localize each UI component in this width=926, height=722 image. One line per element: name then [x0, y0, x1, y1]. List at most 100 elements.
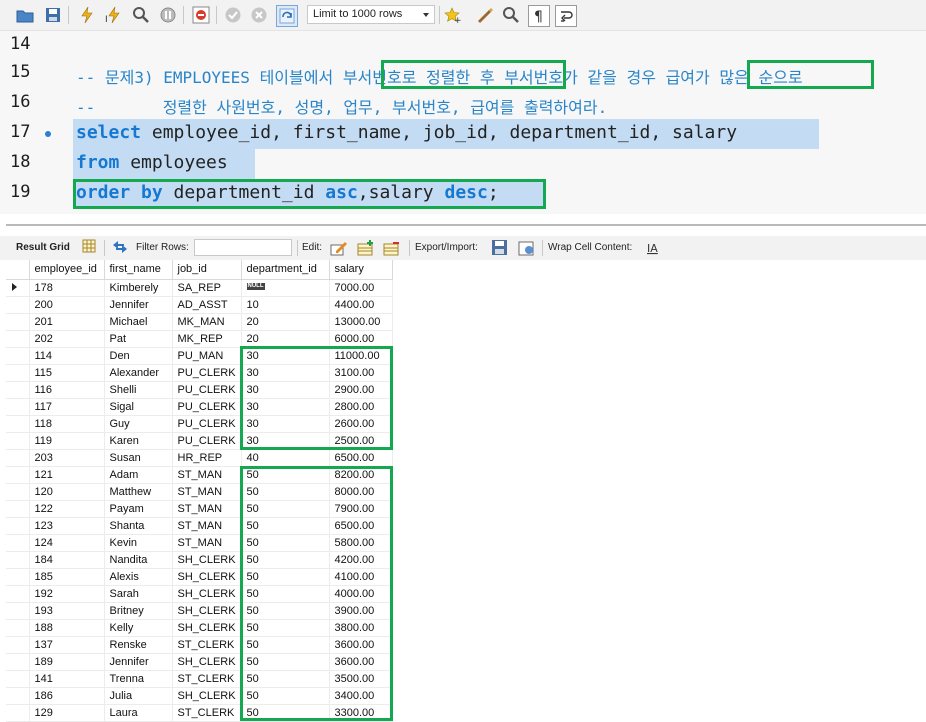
cell-employee-id[interactable]: 118	[29, 415, 105, 433]
column-header[interactable]: department_id	[241, 260, 330, 280]
cell-job-id[interactable]: ST_CLERK	[172, 704, 242, 722]
cell-employee-id[interactable]: 137	[29, 636, 105, 654]
cell-first-name[interactable]: Kimberely	[104, 279, 173, 297]
cell-department-id[interactable]: NULL	[241, 279, 330, 297]
cell-employee-id[interactable]: 124	[29, 534, 105, 552]
cell-first-name[interactable]: Britney	[104, 602, 173, 620]
row-header[interactable]	[6, 670, 30, 688]
cell-first-name[interactable]: Nandita	[104, 551, 173, 569]
row-header[interactable]	[6, 330, 30, 348]
import-icon[interactable]	[518, 239, 536, 257]
row-header[interactable]	[6, 483, 30, 501]
cell-employee-id[interactable]: 200	[29, 296, 105, 314]
table-row[interactable]: 200 Jennifer AD_ASST 10 4400.00	[6, 296, 393, 314]
cell-first-name[interactable]: Sigal	[104, 398, 173, 416]
cell-employee-id[interactable]: 203	[29, 449, 105, 467]
cell-job-id[interactable]: SH_CLERK	[172, 687, 242, 705]
row-header[interactable]	[6, 517, 30, 535]
cell-first-name[interactable]: Kelly	[104, 619, 173, 637]
autocommit-icon[interactable]	[276, 5, 298, 27]
cell-employee-id[interactable]: 188	[29, 619, 105, 637]
commit-icon[interactable]	[223, 5, 243, 25]
cell-employee-id[interactable]: 178	[29, 279, 105, 297]
execute-icon[interactable]	[77, 5, 97, 25]
row-header[interactable]	[6, 568, 30, 586]
cell-first-name[interactable]: Den	[104, 347, 173, 365]
cell-employee-id[interactable]: 189	[29, 653, 105, 671]
cell-first-name[interactable]: Trenna	[104, 670, 173, 688]
cell-job-id[interactable]: PU_CLERK	[172, 381, 242, 399]
cell-job-id[interactable]: ST_CLERK	[172, 670, 242, 688]
table-row[interactable]: 202 Pat MK_REP 20 6000.00	[6, 330, 393, 348]
row-header[interactable]	[6, 432, 30, 450]
execute-current-icon[interactable]: I	[104, 5, 124, 25]
cell-employee-id[interactable]: 122	[29, 500, 105, 518]
cell-first-name[interactable]: Guy	[104, 415, 173, 433]
result-grid-tab[interactable]: Result Grid	[16, 242, 70, 253]
cell-first-name[interactable]: Laura	[104, 704, 173, 722]
row-header[interactable]	[6, 279, 30, 297]
cell-employee-id[interactable]: 184	[29, 551, 105, 569]
row-header[interactable]	[6, 619, 30, 637]
cell-job-id[interactable]: PU_CLERK	[172, 364, 242, 382]
cell-department-id[interactable]: 20	[241, 313, 330, 331]
row-header[interactable]	[6, 296, 30, 314]
cell-job-id[interactable]: HR_REP	[172, 449, 242, 467]
save-icon[interactable]	[43, 5, 63, 25]
cell-first-name[interactable]: Alexis	[104, 568, 173, 586]
cell-first-name[interactable]: Payam	[104, 500, 173, 518]
cell-job-id[interactable]: ST_CLERK	[172, 636, 242, 654]
cell-job-id[interactable]: SH_CLERK	[172, 653, 242, 671]
filter-rows-icon[interactable]	[111, 239, 129, 257]
cell-salary[interactable]: 4400.00	[329, 296, 393, 314]
cell-job-id[interactable]: MK_REP	[172, 330, 242, 348]
column-header[interactable]: employee_id	[29, 260, 105, 280]
cell-first-name[interactable]: Adam	[104, 466, 173, 484]
row-header[interactable]	[6, 500, 30, 518]
export-icon[interactable]	[491, 239, 509, 257]
cell-employee-id[interactable]: 119	[29, 432, 105, 450]
sql-editor[interactable]: 14 15 -- 문제3) EMPLOYEES 테이블에서 부서번호로 정렬한 …	[0, 31, 926, 214]
stop-icon[interactable]	[158, 5, 178, 25]
row-header[interactable]	[6, 313, 30, 331]
cell-first-name[interactable]: Julia	[104, 687, 173, 705]
cell-salary[interactable]: 13000.00	[329, 313, 393, 331]
cell-employee-id[interactable]: 129	[29, 704, 105, 722]
cell-job-id[interactable]: SH_CLERK	[172, 568, 242, 586]
insert-row-icon[interactable]	[357, 239, 375, 257]
cell-employee-id[interactable]: 201	[29, 313, 105, 331]
result-grid[interactable]: employee_id first_name job_id department…	[6, 260, 926, 722]
row-header[interactable]	[6, 415, 30, 433]
cell-employee-id[interactable]: 117	[29, 398, 105, 416]
cell-first-name[interactable]: Michael	[104, 313, 173, 331]
cell-job-id[interactable]: SA_REP	[172, 279, 242, 297]
cell-job-id[interactable]: PU_CLERK	[172, 432, 242, 450]
row-header[interactable]	[6, 636, 30, 654]
cell-job-id[interactable]: PU_MAN	[172, 347, 242, 365]
cell-job-id[interactable]: ST_MAN	[172, 500, 242, 518]
row-header[interactable]	[6, 534, 30, 552]
cell-employee-id[interactable]: 202	[29, 330, 105, 348]
cell-employee-id[interactable]: 141	[29, 670, 105, 688]
cell-employee-id[interactable]: 186	[29, 687, 105, 705]
cell-job-id[interactable]: ST_MAN	[172, 466, 242, 484]
cell-job-id[interactable]: ST_MAN	[172, 483, 242, 501]
row-header[interactable]	[6, 381, 30, 399]
cell-first-name[interactable]: Pat	[104, 330, 173, 348]
cell-first-name[interactable]: Shanta	[104, 517, 173, 535]
grid-view-icon[interactable]	[82, 239, 100, 257]
cell-job-id[interactable]: ST_MAN	[172, 534, 242, 552]
row-header[interactable]	[6, 449, 30, 467]
table-row[interactable]: 178 Kimberely SA_REP NULL 7000.00	[6, 279, 393, 297]
cell-employee-id[interactable]: 192	[29, 585, 105, 603]
cell-salary[interactable]: 6500.00	[329, 449, 393, 467]
column-header[interactable]: first_name	[104, 260, 173, 280]
cell-job-id[interactable]: SH_CLERK	[172, 602, 242, 620]
table-row[interactable]: 201 Michael MK_MAN 20 13000.00	[6, 313, 393, 331]
cell-job-id[interactable]: SH_CLERK	[172, 585, 242, 603]
cell-first-name[interactable]: Renske	[104, 636, 173, 654]
cell-employee-id[interactable]: 120	[29, 483, 105, 501]
cell-first-name[interactable]: Alexander	[104, 364, 173, 382]
open-folder-icon[interactable]	[15, 5, 35, 25]
panel-splitter[interactable]	[0, 214, 926, 236]
